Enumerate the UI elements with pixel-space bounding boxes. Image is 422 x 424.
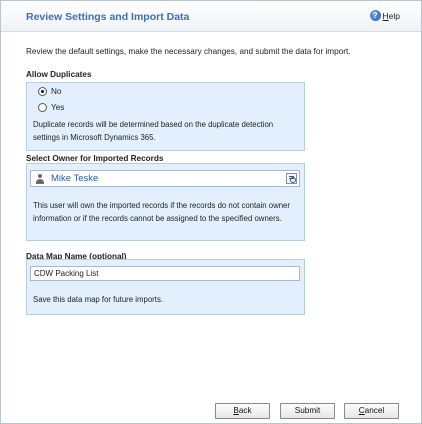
import-dialog: Review Settings and Import Data ? Help R…: [0, 0, 422, 424]
submit-button[interactable]: Submit: [280, 403, 335, 419]
help-label: Help: [382, 10, 400, 21]
radio-yes[interactable]: Yes: [38, 103, 64, 112]
help-icon: ?: [369, 10, 381, 21]
cancel-button[interactable]: Cancel: [344, 403, 399, 419]
radio-no[interactable]: No: [38, 87, 61, 96]
radio-no-button[interactable]: [38, 87, 47, 96]
intro-text: Review the default settings, make the ne…: [26, 47, 351, 56]
radio-yes-button[interactable]: [38, 103, 47, 112]
allow-duplicates-panel: No Yes Duplicate records will be determi…: [26, 82, 305, 151]
allow-duplicates-label: Allow Duplicates: [26, 70, 92, 79]
dialog-title: Review Settings and Import Data: [26, 11, 190, 23]
radio-no-label: No: [51, 87, 62, 96]
back-button-label: ack: [238, 406, 252, 415]
submit-button-label: Submit: [294, 406, 321, 415]
owner-panel: Mike Teske This user will own the import…: [26, 163, 305, 241]
owner-label: Select Owner for Imported Records: [26, 154, 164, 163]
radio-yes-label: Yes: [51, 103, 65, 112]
dialog-header: Review Settings and Import Data ? Help: [1, 1, 421, 32]
owner-value[interactable]: Mike Teske: [51, 173, 98, 184]
data-map-panel: Save this data map for future imports.: [26, 259, 305, 315]
data-map-note: Save this data map for future imports.: [33, 295, 164, 304]
duplicates-note: Duplicate records will be determined bas…: [33, 120, 274, 142]
back-button[interactable]: Back: [215, 403, 270, 419]
lookup-icon[interactable]: [286, 173, 297, 184]
cancel-button-label: ancel: [364, 406, 385, 415]
data-map-name-input[interactable]: [30, 266, 300, 281]
help-link[interactable]: ? Help: [369, 10, 400, 21]
owner-lookup-field[interactable]: Mike Teske: [30, 170, 300, 187]
user-icon: [36, 174, 44, 184]
owner-note: This user will own the imported records …: [33, 201, 290, 223]
